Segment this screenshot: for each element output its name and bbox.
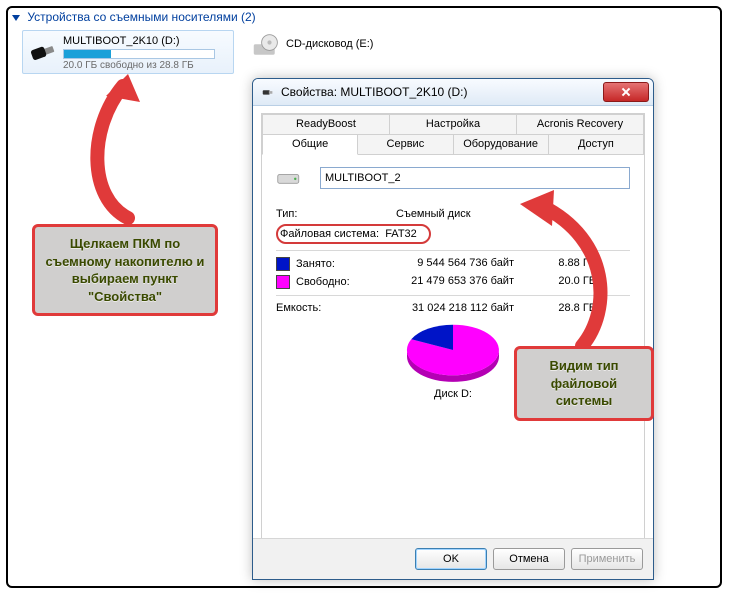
cd-drive-icon [252, 32, 280, 60]
tab-tools[interactable]: Сервис [358, 134, 453, 154]
value-type: Съемный диск [396, 206, 596, 222]
label-used: Занято: [296, 258, 335, 270]
annotation-callout-left: Щелкаем ПКМ по съемному накопителю и выб… [32, 224, 218, 316]
apply-button[interactable]: Применить [571, 548, 643, 570]
capacity-pie-chart [393, 324, 513, 382]
dialog-footer: OK Отмена Применить [253, 538, 653, 579]
cancel-button[interactable]: Отмена [493, 548, 565, 570]
flash-drive-icon [261, 85, 275, 99]
section-header[interactable]: Устройства со съемными носителями (2) [12, 10, 256, 24]
tab-sharing[interactable]: Доступ [549, 134, 644, 154]
tab-hardware[interactable]: Оборудование [454, 134, 549, 154]
tab-general[interactable]: Общие [262, 134, 358, 155]
section-title: Устройства со съемными носителями (2) [27, 10, 255, 24]
value-filesystem: FAT32 [385, 228, 417, 240]
device-cd[interactable]: CD-дисковод (E:) [252, 32, 373, 60]
drive-icon [276, 166, 304, 190]
tab-acronis[interactable]: Acronis Recovery [517, 114, 644, 134]
ok-button[interactable]: OK [415, 548, 487, 570]
filesystem-highlight: Файловая система: FAT32 [276, 224, 431, 244]
annotation-arrow-left [58, 68, 208, 228]
close-button[interactable] [603, 82, 649, 102]
legend-used-icon [276, 257, 290, 271]
volume-name-input[interactable]: MULTIBOOT_2 [320, 167, 630, 189]
device-usb-free-text: 20.0 ГБ свободно из 28.8 ГБ [63, 60, 215, 71]
device-usb[interactable]: MULTIBOOT_2K10 (D:) 20.0 ГБ свободно из … [22, 30, 234, 74]
value-free-bytes: 21 479 653 376 байт [396, 273, 526, 291]
value-capacity-human: 28.8 ГБ [526, 300, 596, 316]
legend-free-icon [276, 275, 290, 289]
value-capacity-bytes: 31 024 218 112 байт [396, 300, 526, 316]
dialog-title: Свойства: MULTIBOOT_2K10 (D:) [281, 85, 468, 99]
collapse-triangle-icon[interactable] [12, 15, 20, 21]
value-free-human: 20.0 ГБ [526, 273, 596, 291]
label-type: Тип: [276, 206, 396, 222]
value-used-bytes: 9 544 564 736 байт [396, 255, 526, 273]
dialog-titlebar[interactable]: Свойства: MULTIBOOT_2K10 (D:) [253, 79, 653, 106]
device-cd-label: CD-дисковод (E:) [286, 38, 373, 50]
label-filesystem: Файловая система: [280, 228, 379, 240]
device-usb-label: MULTIBOOT_2K10 (D:) [63, 35, 215, 47]
usb-drive-icon [29, 35, 57, 63]
annotation-callout-right: Видим тип файловой системы [514, 346, 654, 421]
properties-dialog: Свойства: MULTIBOOT_2K10 (D:) ReadyBoost… [252, 78, 654, 580]
label-capacity: Емкость: [276, 300, 396, 316]
label-free: Свободно: [296, 276, 350, 288]
tab-settings[interactable]: Настройка [390, 114, 517, 134]
value-used-human: 8.88 ГБ [526, 255, 596, 273]
device-usb-capacity-bar [63, 49, 215, 59]
dialog-body: ReadyBoost Настройка Acronis Recovery Об… [261, 113, 645, 539]
tab-readyboost[interactable]: ReadyBoost [262, 114, 390, 134]
volume-name-selection: MULTIBOOT_2 [325, 172, 401, 184]
